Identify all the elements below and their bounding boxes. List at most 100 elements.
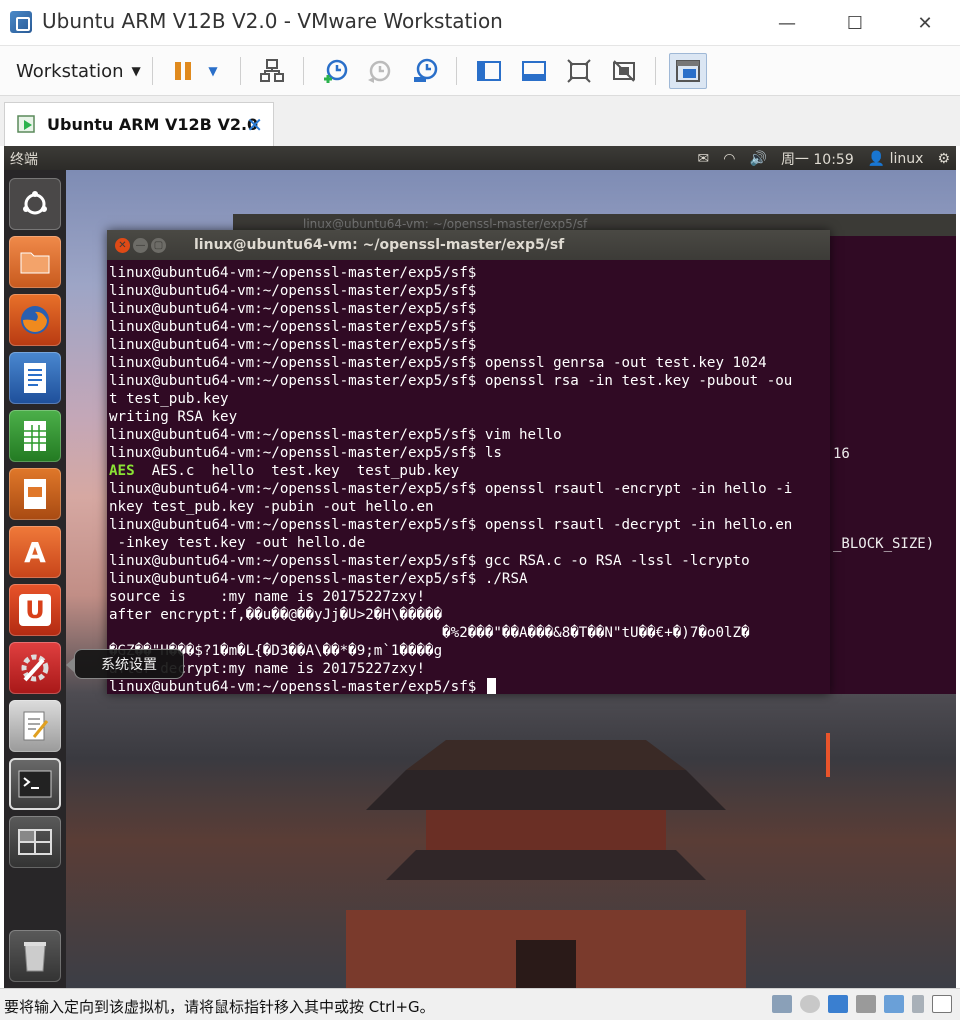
terminal-line: linux@ubuntu64-vm:~/openssl-master/exp5/… — [109, 265, 477, 281]
terminal-line: linux@ubuntu64-vm:~/openssl-master/exp5/… — [109, 517, 793, 533]
take-snapshot-button[interactable] — [318, 54, 352, 88]
vm-play-icon — [17, 114, 35, 133]
ls-directory-entry: AES — [109, 463, 135, 479]
show-thumbnail-bar-button[interactable] — [517, 54, 551, 88]
terminal-line: linux@ubuntu64-vm:~/openssl-master/exp5/… — [109, 678, 827, 696]
terminal-line: AES AES.c hello test.key test_pub.key — [109, 462, 827, 480]
toolbar-divider — [456, 57, 457, 85]
text-editor-icon — [23, 711, 49, 741]
launcher-writer-button[interactable] — [9, 352, 61, 404]
pause-button[interactable] — [166, 54, 200, 88]
fullscreen-icon — [567, 59, 591, 83]
user-menu[interactable]: 👤 linux — [868, 151, 924, 167]
terminal-window[interactable]: ✕ — ▢ linux@ubuntu64-vm: ~/openssl-maste… — [107, 230, 830, 777]
document-icon — [24, 363, 46, 393]
minimize-button[interactable]: — — [752, 0, 822, 46]
tab-close-button[interactable]: ✕ — [246, 113, 263, 137]
launcher-tooltip: 系统设置 — [66, 649, 184, 679]
minimize-icon: — — [135, 239, 146, 251]
panel-clock[interactable]: 周一 10:59 — [781, 149, 854, 169]
spreadsheet-icon — [24, 421, 46, 451]
workstation-menu[interactable]: Workstation ▼ — [10, 56, 147, 86]
unity-mode-button[interactable] — [607, 54, 641, 88]
volume-icon[interactable]: 🔊 — [750, 151, 767, 167]
terminal-line: t test_pub.key — [109, 391, 229, 407]
background-terminal-text: _BLOCK_SIZE) — [833, 536, 935, 552]
launcher-trash-button[interactable] — [9, 930, 61, 982]
launcher-files-button[interactable] — [9, 236, 61, 288]
top-panel: 终端 ✉ ◠ 🔊 周一 10:59 👤 linux ⚙ — [4, 146, 956, 170]
launcher-dash-button[interactable] — [9, 178, 61, 230]
full-screen-button[interactable] — [562, 54, 596, 88]
wifi-icon[interactable]: ◠ — [723, 151, 735, 167]
power-dropdown-button[interactable]: ▼ — [200, 54, 226, 88]
terminal-line: after decrypt:my name is 20175227zxy! — [109, 661, 426, 677]
network-keys-icon — [260, 59, 284, 82]
launcher-system-settings-button[interactable] — [9, 642, 61, 694]
terminal-line: writing RSA key — [109, 409, 238, 425]
close-button[interactable]: ✕ — [890, 0, 960, 46]
launcher-terminal-button[interactable] — [9, 758, 61, 810]
revert-clock-icon — [368, 60, 391, 83]
vmware-app-icon — [10, 11, 32, 33]
launcher-software-center-button[interactable]: A — [9, 526, 61, 578]
terminal-line: linux@ubuntu64-vm:~/openssl-master/exp5/… — [109, 283, 477, 299]
console-view-button[interactable] — [669, 53, 707, 89]
gear-icon[interactable]: ⚙ — [937, 151, 950, 167]
terminal-titlebar: ✕ — ▢ linux@ubuntu64-vm: ~/openssl-maste… — [107, 230, 830, 260]
hard-disk-icon[interactable] — [772, 995, 792, 1013]
snapshot-manager-icon — [414, 58, 438, 82]
ls-file-entries: AES.c hello test.key test_pub.key — [134, 463, 460, 479]
thumbnail-layout-icon — [522, 61, 546, 81]
send-ctrl-alt-del-button[interactable] — [255, 54, 289, 88]
terminal-line: linux@ubuntu64-vm:~/openssl-master/exp5/… — [109, 301, 477, 317]
terminal-line: after encrypt:f,��u��@��yJj�U>2�H\����� — [109, 607, 443, 623]
settings-wrench-icon — [21, 654, 49, 682]
active-app-name: 终端 — [10, 152, 38, 168]
workstation-menu-label: Workstation — [16, 60, 124, 82]
launcher-text-editor-button[interactable] — [9, 700, 61, 752]
chevron-down-icon: ▼ — [131, 64, 141, 78]
maximize-icon: ▢ — [153, 239, 164, 251]
guest-screen[interactable]: linux@ubuntu64-vm: ~/openssl-master/exp5… — [4, 146, 956, 988]
unity-launcher: A U — [4, 170, 66, 988]
mail-icon[interactable]: ✉ — [698, 151, 710, 167]
folder-icon — [20, 252, 50, 274]
launcher-calc-button[interactable] — [9, 410, 61, 462]
terminal-output[interactable]: linux@ubuntu64-vm:~/openssl-master/exp5/… — [109, 264, 827, 696]
launcher-firefox-button[interactable] — [9, 294, 61, 346]
sound-card-icon[interactable] — [884, 995, 904, 1013]
terminal-line: nkey test_pub.key -pubin -out hello.en — [109, 499, 434, 515]
terminal-title: linux@ubuntu64-vm: ~/openssl-master/exp5… — [194, 237, 565, 253]
network-adapter-icon[interactable] — [828, 995, 848, 1013]
console-view-icon — [676, 60, 700, 82]
snapshot-clock-icon — [324, 59, 348, 83]
terminal-line: -inkey test.key -out hello.de — [109, 535, 366, 551]
terminal-minimize-button[interactable]: — — [133, 237, 148, 253]
terminal-maximize-button[interactable]: ▢ — [151, 237, 166, 253]
pause-icon — [175, 62, 191, 80]
workspaces-icon — [18, 829, 52, 855]
toolbar-divider — [152, 57, 153, 85]
terminal-scrollbar[interactable] — [826, 733, 830, 777]
launcher-workspace-switcher-button[interactable] — [9, 816, 61, 868]
tab-vm[interactable]: Ubuntu ARM V12B V2.0 ✕ — [4, 102, 274, 146]
cd-drive-icon[interactable] — [800, 995, 820, 1013]
launcher-ubuntu-one-button[interactable]: U — [9, 584, 61, 636]
main-toolbar: Workstation ▼ ▼ — [0, 46, 960, 96]
toolbar-divider — [655, 57, 656, 85]
usb-icon[interactable] — [912, 995, 924, 1013]
unity-icon — [613, 60, 635, 82]
terminal-line: linux@ubuntu64-vm:~/openssl-master/exp5/… — [109, 355, 767, 371]
snapshot-manager-button[interactable] — [408, 54, 442, 88]
terminal-close-button[interactable]: ✕ — [115, 237, 130, 253]
maximize-button[interactable]: ☐ — [820, 0, 890, 46]
terminal-line: linux@ubuntu64-vm:~/openssl-master/exp5/… — [109, 373, 793, 389]
message-log-icon[interactable] — [932, 995, 952, 1013]
printer-icon[interactable] — [856, 995, 876, 1013]
tab-label: Ubuntu ARM V12B V2.0 — [47, 115, 259, 134]
software-center-icon: A — [24, 535, 46, 569]
ubuntu-logo-icon — [23, 191, 47, 215]
launcher-impress-button[interactable] — [9, 468, 61, 520]
show-library-button[interactable] — [472, 54, 506, 88]
